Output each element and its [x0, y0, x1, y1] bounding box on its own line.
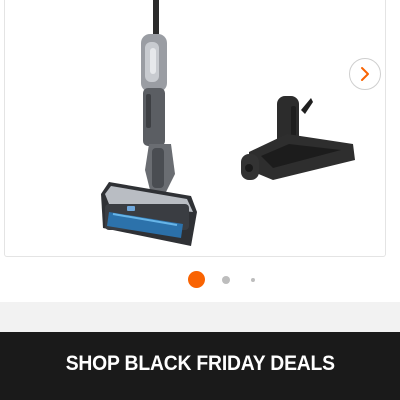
- chevron-right-icon: [361, 67, 369, 81]
- pagination-dot[interactable]: [222, 276, 230, 284]
- black-friday-banner[interactable]: SHOP BLACK FRIDAY DEALS: [0, 332, 400, 400]
- promo-banner-label: SHOP BLACK FRIDAY DEALS: [65, 352, 335, 375]
- product-image-carousel[interactable]: [4, 0, 386, 257]
- next-image-button[interactable]: [349, 58, 381, 90]
- pagination-dot-active[interactable]: [188, 271, 205, 288]
- carousel-pagination: [0, 268, 400, 292]
- section-divider: [0, 302, 400, 332]
- pagination-dot[interactable]: [251, 278, 255, 282]
- product-image: [101, 0, 355, 246]
